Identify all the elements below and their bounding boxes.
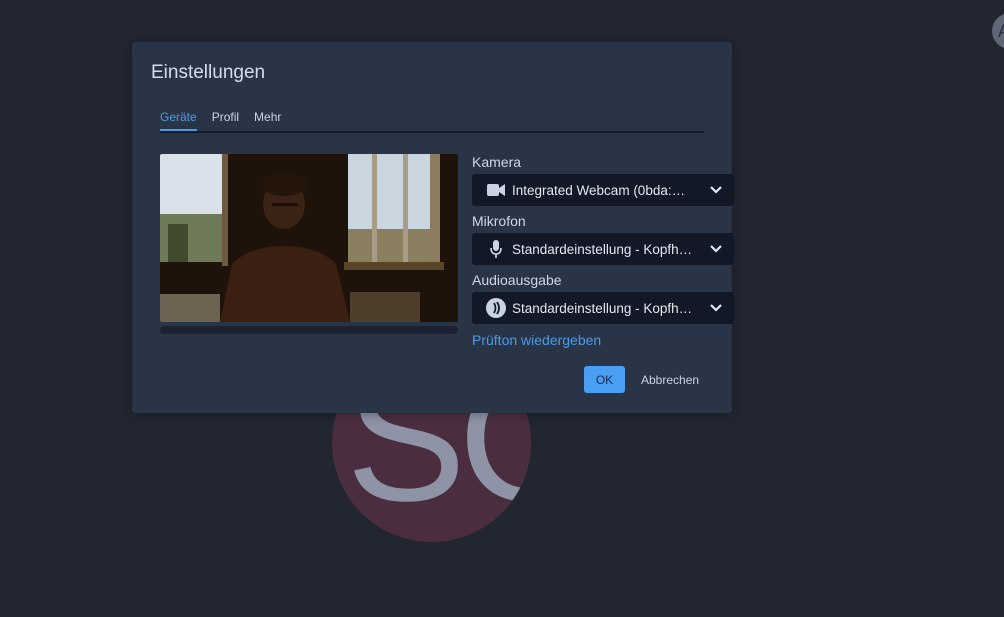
camera-label: Kamera	[472, 154, 522, 170]
chevron-down-icon	[710, 304, 728, 312]
video-camera-icon	[484, 180, 508, 200]
settings-tabs: Geräte Profil Mehr	[160, 110, 704, 133]
speaker-icon	[484, 298, 508, 318]
settings-dialog: Einstellungen Geräte Profil Mehr Kamera …	[132, 42, 734, 413]
audio-output-select[interactable]: Standardeinstellung - Kopfh…	[472, 292, 734, 324]
tab-devices[interactable]: Geräte	[160, 110, 197, 131]
camera-select[interactable]: Integrated Webcam (0bda:…	[472, 174, 734, 206]
camera-value: Integrated Webcam (0bda:…	[512, 182, 686, 198]
audio-output-value: Standardeinstellung - Kopfh…	[512, 300, 693, 316]
user-avatar[interactable]: A	[992, 13, 1004, 49]
audio-output-label: Audioausgabe	[472, 272, 562, 288]
camera-preview-image	[160, 154, 458, 322]
ok-button[interactable]: OK	[584, 366, 625, 393]
tab-profile[interactable]: Profil	[212, 110, 239, 129]
tab-more[interactable]: Mehr	[254, 110, 281, 129]
dialog-title: Einstellungen	[151, 62, 266, 83]
chevron-down-icon	[710, 245, 728, 253]
microphone-label: Mikrofon	[472, 213, 526, 229]
camera-preview	[160, 154, 458, 322]
microphone-select[interactable]: Standardeinstellung - Kopfh…	[472, 233, 734, 265]
audio-level-bar	[160, 326, 458, 334]
user-avatar-initial: A	[998, 21, 1004, 41]
play-test-sound-link[interactable]: Prüfton wiedergeben	[472, 332, 601, 348]
microphone-value: Standardeinstellung - Kopfh…	[512, 241, 693, 257]
chevron-down-icon	[710, 186, 728, 194]
cancel-button[interactable]: Abbrechen	[632, 366, 708, 393]
microphone-icon	[484, 239, 508, 259]
